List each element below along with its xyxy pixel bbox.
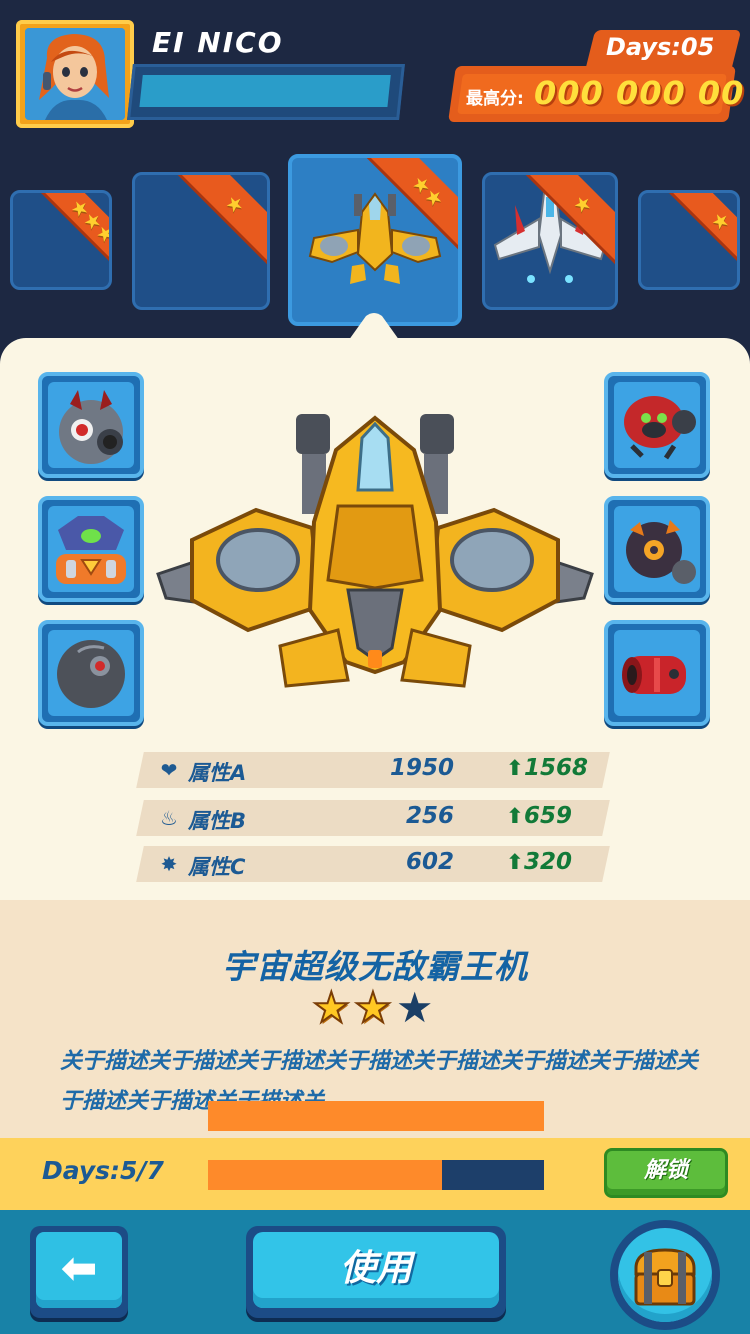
star-ribbon: ★ (173, 175, 267, 266)
robot-head-icon (59, 390, 123, 464)
bomb-orb-icon (57, 640, 125, 708)
plane-slot-1[interactable]: ★ ★ ★ (10, 190, 112, 290)
red-drone-icon (624, 396, 696, 460)
star-ribbon: ★ ★ ★ (40, 193, 109, 274)
treasure-chest-icon (634, 1248, 696, 1306)
best-score-label: 最高分: (466, 89, 524, 109)
description-overlay-bar (208, 1101, 544, 1131)
plane-slot-3-selected[interactable]: ★ ★ (288, 154, 462, 326)
mech-turret-icon (56, 516, 126, 584)
up-arrow-icon: ⬆ (506, 850, 524, 874)
use-button[interactable]: 使用 (246, 1226, 506, 1318)
player-name: EI NICO (152, 26, 284, 59)
back-arrow-icon: ⬅ (60, 1243, 98, 1294)
unlock-progress-bar (208, 1160, 544, 1190)
stat-label-c: 属性C (188, 855, 246, 879)
star-empty-icon: ★ (395, 983, 434, 1032)
stat-label-b: 属性B (188, 809, 247, 833)
plane-title: 宇宙超级无敌霸王机 (222, 947, 528, 986)
skill-slot-right-2[interactable] (604, 496, 710, 602)
star-icon: ★ (220, 189, 250, 219)
stat-value-a: 1950 (389, 755, 454, 781)
days-counter: Days:05 (606, 33, 715, 61)
stat-value-b: 256 (405, 803, 454, 829)
up-arrow-icon: ⬆ (506, 804, 524, 828)
plane-slot-2[interactable]: ★ (132, 172, 270, 310)
dark-bot-icon (626, 520, 696, 584)
star-ribbon: ★ (668, 193, 737, 274)
unlock-button[interactable]: 解锁 (604, 1148, 728, 1198)
skill-slot-left-2[interactable] (38, 496, 144, 602)
star-filled-icon: ★ (312, 983, 352, 1032)
red-cannon-icon (622, 656, 686, 694)
star-filled-icon: ★ (353, 983, 393, 1032)
stat-boost-a: 1568 (524, 755, 589, 781)
flame-icon: ♨ (160, 806, 178, 830)
plane-slot-4[interactable]: ★ (482, 172, 618, 310)
selected-plane-art (156, 414, 594, 688)
player-avatar[interactable] (16, 20, 134, 128)
up-arrow-icon: ⬆ (506, 756, 524, 780)
unlock-progress-fill (208, 1160, 442, 1190)
burst-icon: ✸ (160, 852, 178, 876)
player-xp-bar (127, 64, 405, 120)
panel-pointer (326, 313, 422, 372)
star-rating: ★ ★ ★ (298, 983, 448, 1032)
stat-boost-c: 320 (524, 849, 573, 875)
skill-slot-left-1[interactable] (38, 372, 144, 478)
skill-slot-right-1[interactable] (604, 372, 710, 478)
plane-slot-5[interactable]: ★ (638, 190, 740, 290)
stat-boost-b: 659 (524, 803, 573, 829)
hangar-screen: EI NICO Days:05 最高分: 000 000 00 ★ ★ ★ ★ ★ ★ (0, 0, 750, 1334)
avatar-portrait (25, 28, 125, 120)
chest-button[interactable] (610, 1220, 720, 1330)
best-score-value: 000 000 00 (534, 74, 745, 112)
use-button-label: 使用 (339, 1248, 412, 1289)
unlock-days-label: Days:5/7 (42, 1156, 164, 1185)
stat-value-c: 602 (405, 849, 454, 875)
skill-slot-left-3[interactable] (38, 620, 144, 726)
heart-icon: ❤ (160, 758, 178, 782)
star-icon: ★ (706, 206, 736, 236)
back-button[interactable]: ⬅ (30, 1226, 128, 1318)
star-icon: ★ (568, 189, 598, 219)
stat-label-a: 属性A (188, 761, 247, 785)
skill-slot-right-3[interactable] (604, 620, 710, 726)
